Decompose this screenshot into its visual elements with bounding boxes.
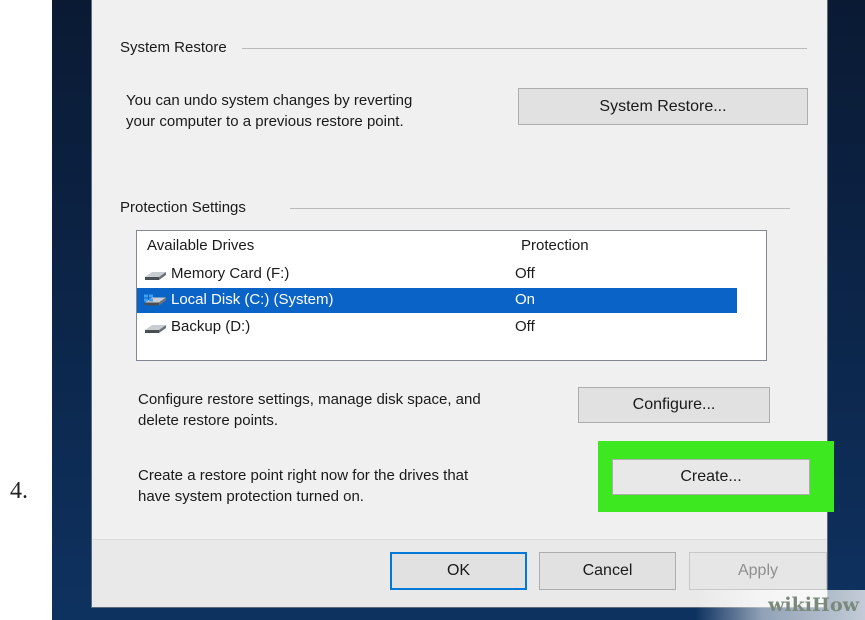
- removable-drive-icon: [145, 272, 166, 280]
- step-number: 4.: [10, 478, 28, 504]
- protection-group-line: [290, 208, 790, 209]
- drive-row-local-disk-c[interactable]: Local Disk (C:) (System) On: [137, 288, 737, 313]
- configure-description-line2: delete restore points.: [138, 412, 279, 429]
- create-description: Create a restore point right now for the…: [138, 465, 468, 507]
- system-properties-dialog: System Restore You can undo system chang…: [92, 0, 834, 607]
- create-button[interactable]: Create...: [612, 459, 810, 495]
- wikihow-watermark: wikiHow: [695, 590, 865, 620]
- protection-settings-group-title: Protection Settings: [120, 199, 254, 216]
- available-drives-list[interactable]: Available Drives Protection Memory Card …: [136, 230, 767, 361]
- apply-button[interactable]: Apply: [689, 552, 827, 590]
- drive-protection-status: Off: [515, 318, 535, 335]
- drive-name: Local Disk (C:) (System): [171, 291, 334, 308]
- system-restore-button[interactable]: System Restore...: [518, 88, 808, 125]
- system-restore-group-line: [242, 48, 807, 49]
- create-description-line1: Create a restore point right now for the…: [138, 467, 469, 484]
- column-header-available-drives[interactable]: Available Drives: [147, 237, 254, 254]
- drive-protection-status: Off: [515, 265, 535, 282]
- system-restore-description-line1: You can undo system changes by reverting: [126, 92, 413, 109]
- drive-protection-status: On: [515, 291, 536, 308]
- system-drive-icon: [144, 294, 166, 306]
- system-restore-description: You can undo system changes by reverting…: [126, 90, 412, 132]
- column-header-protection[interactable]: Protection: [521, 237, 589, 254]
- drive-row-backup-d[interactable]: Backup (D:) Off: [137, 315, 737, 340]
- configure-description: Configure restore settings, manage disk …: [138, 389, 481, 431]
- screenshot-area: System Restore You can undo system chang…: [52, 0, 865, 620]
- configure-button[interactable]: Configure...: [578, 387, 770, 423]
- drive-row-memory-card[interactable]: Memory Card (F:) Off: [137, 262, 737, 287]
- configure-description-line1: Configure restore settings, manage disk …: [138, 391, 481, 408]
- system-restore-description-line2: your computer to a previous restore poin…: [126, 113, 404, 130]
- drive-name: Backup (D:): [171, 318, 251, 335]
- create-description-line2: have system protection turned on.: [138, 488, 364, 505]
- system-restore-group-title: System Restore: [120, 39, 235, 56]
- cancel-button[interactable]: Cancel: [539, 552, 676, 590]
- drive-name: Memory Card (F:): [171, 265, 290, 282]
- drive-icon: [145, 325, 166, 333]
- ok-button[interactable]: OK: [390, 552, 527, 590]
